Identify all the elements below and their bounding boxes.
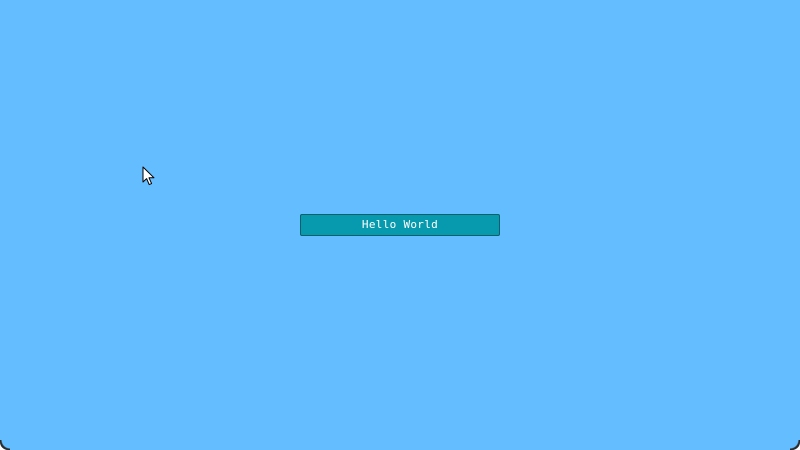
hello-world-button[interactable]: Hello World (300, 214, 500, 236)
window-corner-right (790, 440, 800, 450)
app-window: Hello World (0, 0, 800, 450)
window-corner-left (0, 440, 10, 450)
arrow-pointer-icon (142, 166, 155, 186)
